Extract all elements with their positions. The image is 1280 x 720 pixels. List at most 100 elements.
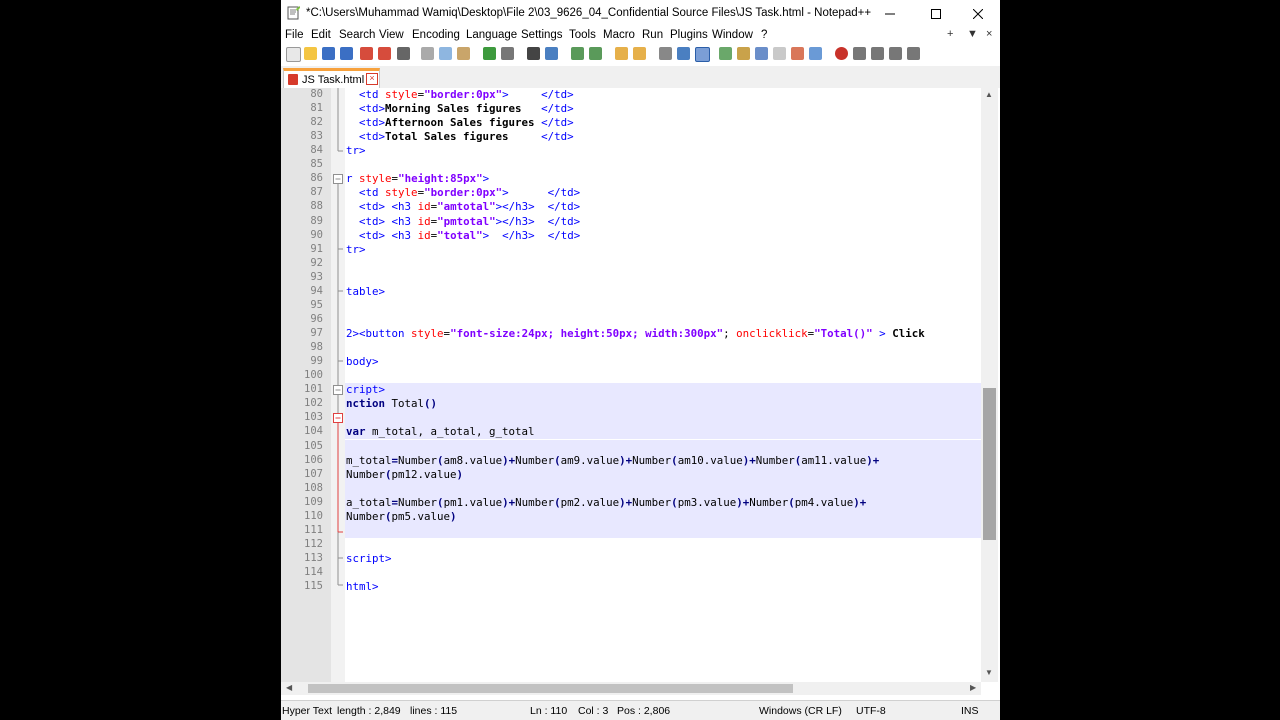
stop-macro-icon[interactable]	[853, 47, 866, 60]
word-wrap-icon[interactable]	[659, 47, 672, 60]
sync-vertical-icon[interactable]	[615, 47, 628, 60]
menu-help[interactable]: ?	[761, 29, 767, 41]
open-file-icon[interactable]	[304, 47, 317, 60]
code-line[interactable]: cript>	[345, 383, 981, 397]
new-document-control[interactable]: +	[947, 28, 953, 40]
maximize-button[interactable]	[914, 0, 958, 27]
close-file-icon[interactable]	[360, 47, 373, 60]
code-line[interactable]: m_total=Number(am8.value)+Number(am9.val…	[345, 454, 981, 468]
vertical-scrollbar[interactable]: ▲ ▼	[981, 88, 998, 682]
code-line[interactable]	[345, 341, 981, 355]
code-line[interactable]: <td> <h3 id="total"> </h3> </td>	[345, 229, 981, 243]
menu-settings[interactable]: Settings	[521, 29, 563, 41]
monitoring-icon[interactable]	[791, 47, 804, 60]
tab-js-task-html[interactable]: JS Task.html ×	[283, 68, 380, 88]
menu-encoding[interactable]: Encoding	[412, 29, 460, 41]
code-line[interactable]	[345, 482, 981, 496]
code-line[interactable]	[345, 524, 981, 538]
cut-icon[interactable]	[421, 47, 434, 60]
copy-icon[interactable]	[439, 47, 452, 60]
menu-window[interactable]: Window	[712, 29, 753, 41]
menu-file[interactable]: File	[285, 29, 304, 41]
code-line[interactable]: r style="height:85px">	[345, 172, 981, 186]
code-line[interactable]: <td>Morning Sales figures </td>	[345, 102, 981, 116]
code-line[interactable]: a_total=Number(pm1.value)+Number(pm2.val…	[345, 496, 981, 510]
scroll-down-icon[interactable]: ▼	[985, 668, 993, 677]
eye-icon[interactable]	[809, 47, 822, 60]
paste-icon[interactable]	[457, 47, 470, 60]
menu-run[interactable]: Run	[642, 29, 663, 41]
code-line[interactable]	[345, 440, 981, 454]
code-line[interactable]: 2><button style="font-size:24px; height:…	[345, 327, 981, 341]
zoom-out-icon[interactable]	[589, 47, 602, 60]
horizontal-scroll-thumb[interactable]	[308, 684, 793, 693]
code-line[interactable]	[345, 411, 981, 425]
code-line[interactable]: <td style="border:0px"> </td>	[345, 186, 981, 200]
menu-language[interactable]: Language	[466, 29, 517, 41]
replace-icon[interactable]	[545, 47, 558, 60]
play-macro-icon[interactable]	[871, 47, 884, 60]
redo-icon[interactable]	[501, 47, 514, 60]
code-line[interactable]	[345, 257, 981, 271]
undo-icon[interactable]	[483, 47, 496, 60]
play-macro-multiple-icon[interactable]	[889, 47, 902, 60]
code-line[interactable]: nction Total()	[345, 397, 981, 411]
tab-close-icon[interactable]: ×	[366, 73, 378, 85]
minimize-button[interactable]	[868, 0, 912, 27]
menu-plugins[interactable]: Plugins	[670, 29, 708, 41]
save-all-icon[interactable]	[340, 47, 353, 60]
code-line[interactable]	[345, 299, 981, 313]
scroll-left-icon[interactable]: ◀	[286, 683, 292, 692]
new-file-icon[interactable]	[286, 47, 301, 62]
doc-map-icon[interactable]	[737, 47, 750, 60]
document-list-control[interactable]: ▼	[967, 28, 978, 40]
code-line[interactable]	[345, 271, 981, 285]
code-line[interactable]: tr>	[345, 243, 981, 257]
code-line[interactable]: body>	[345, 355, 981, 369]
code-line[interactable]: Number(pm5.value)	[345, 510, 981, 524]
code-line[interactable]	[345, 313, 981, 327]
folder-as-workspace-icon[interactable]	[773, 47, 786, 60]
save-icon[interactable]	[322, 47, 335, 60]
menu-edit[interactable]: Edit	[311, 29, 331, 41]
close-document-control[interactable]: ×	[986, 28, 992, 40]
code-line[interactable]: html>	[345, 580, 981, 594]
code-line[interactable]	[345, 158, 981, 172]
menu-search[interactable]: Search	[339, 29, 375, 41]
scroll-right-icon[interactable]: ▶	[970, 683, 976, 692]
code-line[interactable]: var m_total, a_total, g_total	[345, 425, 981, 439]
code-line[interactable]: <td style="border:0px"> </td>	[345, 88, 981, 102]
code-line[interactable]: <td>Total Sales figures </td>	[345, 130, 981, 144]
code-line[interactable]: Number(pm12.value)	[345, 468, 981, 482]
editor[interactable]: <td style="border:0px"> </td> <td>Mornin…	[281, 88, 1000, 682]
code-line[interactable]: <td>Afternoon Sales figures </td>	[345, 116, 981, 130]
menu-tools[interactable]: Tools	[569, 29, 596, 41]
indent-guide-icon[interactable]	[695, 47, 710, 62]
udl-icon[interactable]	[719, 47, 732, 60]
horizontal-scrollbar[interactable]: ◀ ▶	[281, 682, 981, 695]
code-line[interactable]: <td> <h3 id="amtotal"></h3> </td>	[345, 200, 981, 214]
zoom-in-icon[interactable]	[571, 47, 584, 60]
print-icon[interactable]	[397, 47, 410, 60]
record-macro-icon[interactable]	[835, 47, 848, 60]
code-line[interactable]: table>	[345, 285, 981, 299]
close-window-button[interactable]	[956, 0, 1000, 27]
vertical-scroll-thumb[interactable]	[983, 388, 996, 540]
fold-margin[interactable]	[327, 88, 345, 682]
menu-view[interactable]: View	[379, 29, 404, 41]
code-line[interactable]: <td> <h3 id="pmtotal"></h3> </td>	[345, 215, 981, 229]
code-line[interactable]: script>	[345, 552, 981, 566]
code-line[interactable]	[345, 566, 981, 580]
function-list-icon[interactable]	[755, 47, 768, 60]
find-icon[interactable]	[527, 47, 540, 60]
code-line[interactable]	[345, 538, 981, 552]
code-area[interactable]: <td style="border:0px"> </td> <td>Mornin…	[345, 88, 981, 682]
save-macro-icon[interactable]	[907, 47, 920, 60]
scroll-up-icon[interactable]: ▲	[985, 90, 993, 99]
menu-macro[interactable]: Macro	[603, 29, 635, 41]
code-line[interactable]	[345, 369, 981, 383]
code-line[interactable]: tr>	[345, 144, 981, 158]
close-all-icon[interactable]	[378, 47, 391, 60]
sync-horizontal-icon[interactable]	[633, 47, 646, 60]
show-all-chars-icon[interactable]	[677, 47, 690, 60]
